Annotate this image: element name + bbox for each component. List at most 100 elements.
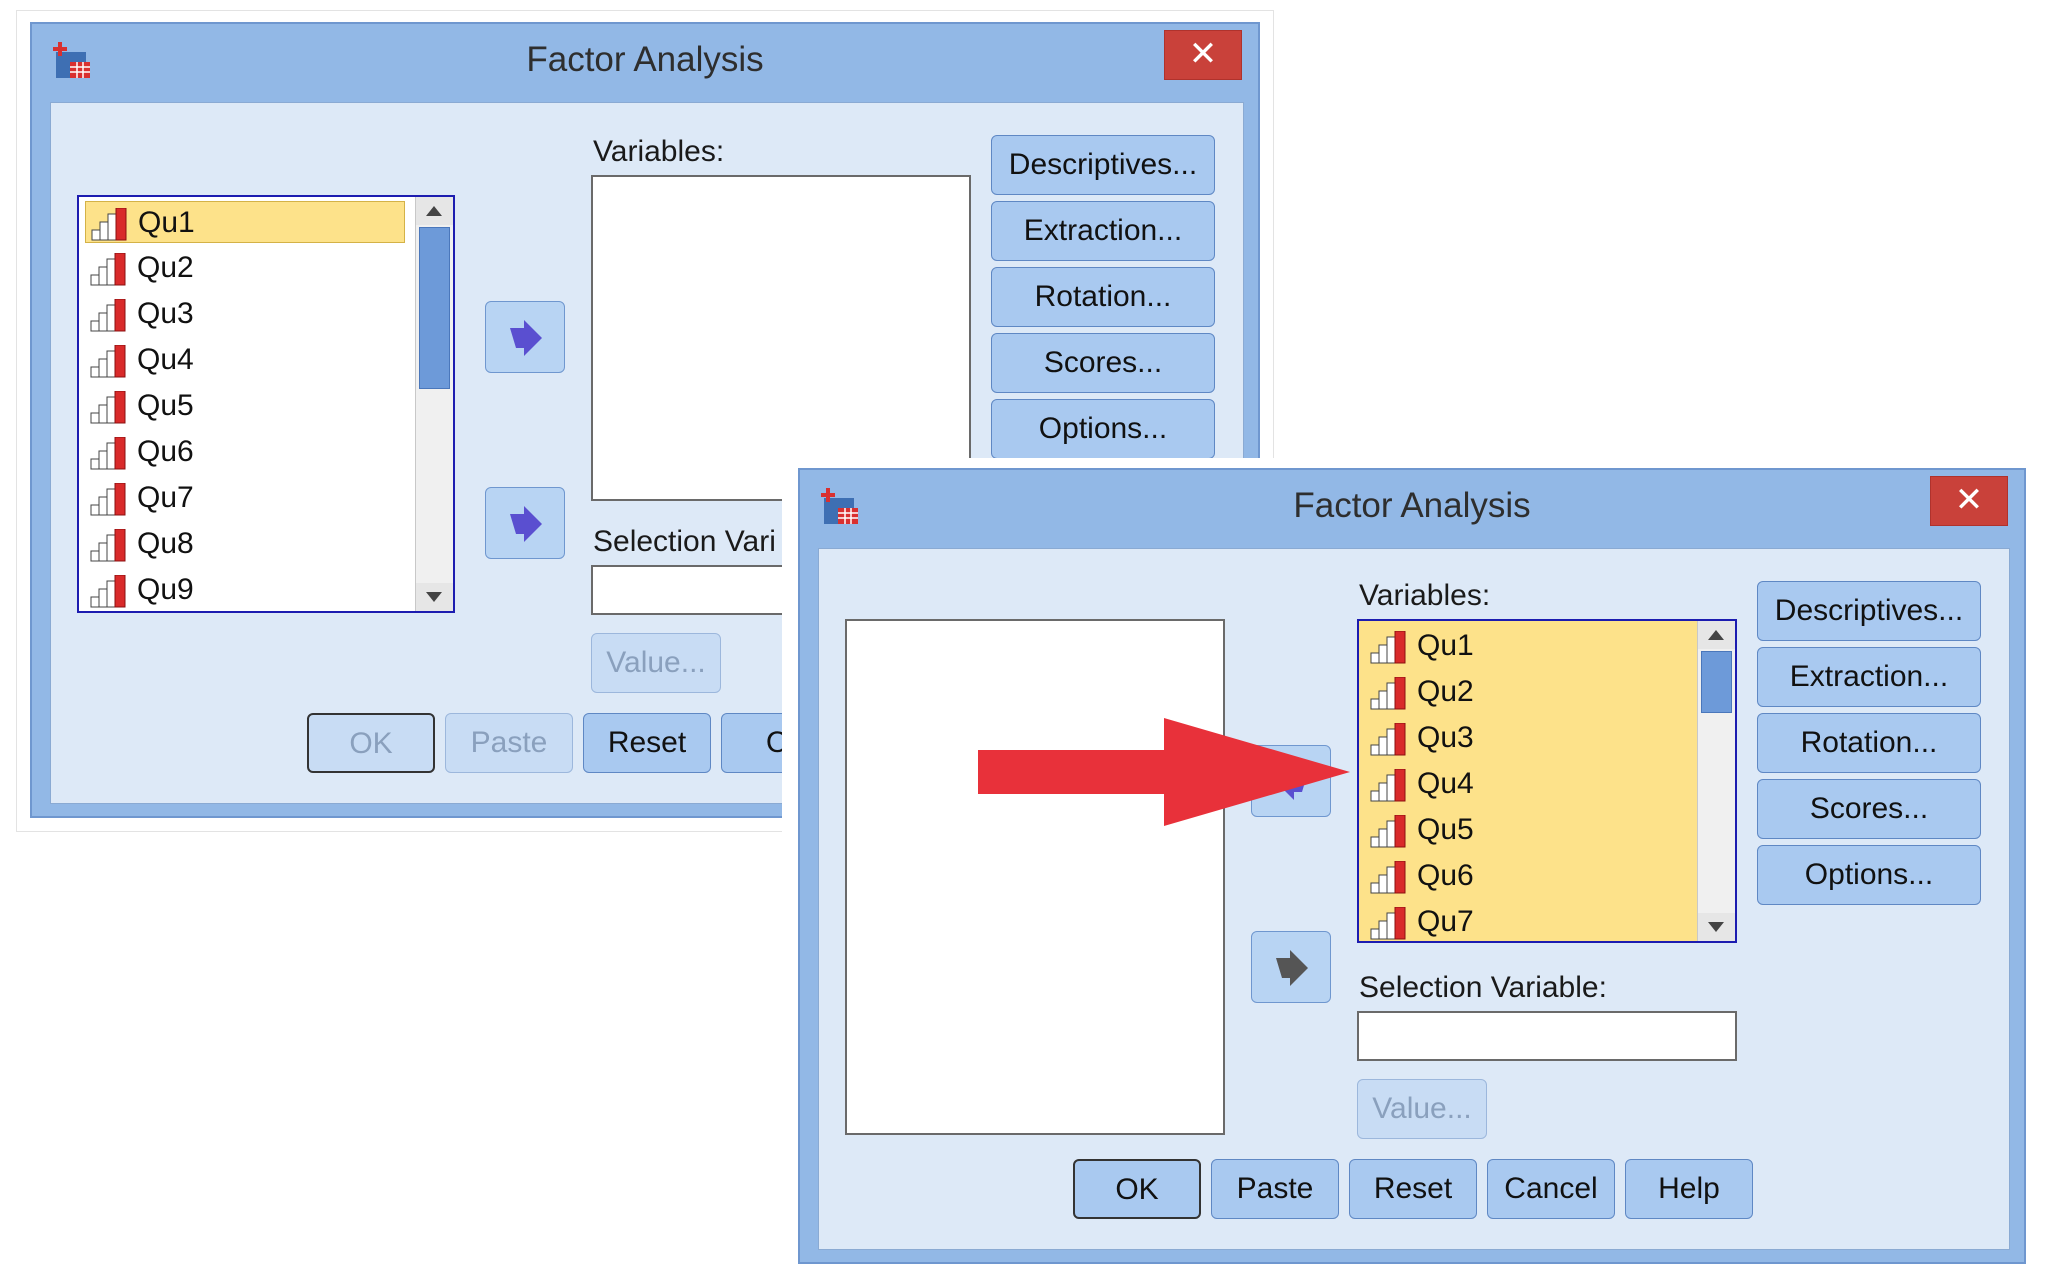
cancel-button[interactable]: Cancel [1487, 1159, 1615, 1219]
dialog-title: Factor Analysis [526, 40, 764, 79]
variable-name: Qu7 [137, 481, 194, 514]
variable-name: Qu8 [137, 527, 194, 560]
reset-button[interactable]: Reset [1349, 1159, 1477, 1219]
scale-variable-icon [1370, 815, 1406, 848]
extraction-button[interactable]: Extraction... [1757, 647, 1981, 707]
paste-button[interactable]: Paste [445, 713, 573, 773]
list-item[interactable]: Qu3 [85, 293, 405, 335]
scale-variable-icon [90, 391, 126, 424]
list-item[interactable]: Qu6 [85, 431, 405, 473]
list-item[interactable]: Qu2 [1365, 671, 1685, 713]
close-button[interactable]: ✕ [1164, 30, 1242, 80]
scroll-thumb[interactable] [1701, 651, 1732, 713]
move-to-selection-button[interactable] [1251, 931, 1331, 1003]
red-arrow-icon [978, 718, 1350, 826]
list-item[interactable]: Qu3 [1365, 717, 1685, 759]
descriptives-button[interactable]: Descriptives... [1757, 581, 1981, 641]
scale-variable-icon [91, 208, 127, 241]
reset-button[interactable]: Reset [583, 713, 711, 773]
source-variable-list[interactable] [845, 619, 1225, 1135]
variable-name: Qu1 [1417, 629, 1474, 662]
list-item[interactable]: Qu7 [85, 477, 405, 519]
close-button[interactable]: ✕ [1930, 476, 2008, 526]
list-item[interactable]: Qu4 [1365, 763, 1685, 805]
variable-name: Qu3 [1417, 721, 1474, 754]
scale-variable-icon [1370, 677, 1406, 710]
front-dialog: Factor Analysis ✕ Variables: Qu1 Qu2 Qu3 Qu… [798, 468, 2026, 1264]
move-to-selection-button[interactable] [485, 487, 565, 559]
source-variable-list[interactable]: Qu1Qu2Qu3Qu4Qu5Qu6Qu7Qu8Qu9Qu10Qu11 [77, 195, 455, 613]
list-item[interactable]: Qu5 [1365, 809, 1685, 851]
dialog-title: Factor Analysis [1293, 486, 1531, 525]
scale-variable-icon [90, 575, 126, 608]
variable-name: Qu7 [1417, 905, 1474, 938]
list-item[interactable]: Qu6 [1365, 855, 1685, 897]
scores-button[interactable]: Scores... [991, 333, 1215, 393]
move-right-arrow-icon [510, 506, 542, 542]
scroll-up-arrow[interactable] [416, 197, 453, 225]
list-item[interactable]: Qu4 [85, 339, 405, 381]
value-button[interactable]: Value... [1357, 1079, 1487, 1139]
scale-variable-icon [1370, 631, 1406, 664]
list-item[interactable]: Qu5 [85, 385, 405, 427]
scrollbar[interactable] [1697, 621, 1735, 941]
move-to-variables-button[interactable] [485, 301, 565, 373]
scale-variable-icon [90, 483, 126, 516]
rotation-button[interactable]: Rotation... [1757, 713, 1981, 773]
variables-list[interactable] [591, 175, 971, 501]
scroll-up-arrow[interactable] [1698, 621, 1735, 649]
front-dialog-body: Variables: Qu1 Qu2 Qu3 Qu4 Qu5 Qu6 Qu7 Selecti… [818, 548, 2010, 1250]
options-button[interactable]: Options... [1757, 845, 1981, 905]
variable-name: Qu9 [137, 573, 194, 606]
scale-variable-icon [90, 253, 126, 286]
options-button[interactable]: Options... [991, 399, 1215, 459]
scale-variable-icon [90, 529, 126, 562]
variable-name: Qu5 [137, 389, 194, 422]
back-titlebar: Factor Analysis ✕ [32, 24, 1258, 104]
variable-name: Qu1 [138, 206, 195, 239]
scrollbar[interactable] [415, 197, 453, 611]
scale-variable-icon [1370, 907, 1406, 940]
variable-name: Qu4 [137, 343, 194, 376]
ok-button[interactable]: OK [307, 713, 435, 773]
scale-variable-icon [90, 345, 126, 378]
value-button[interactable]: Value... [591, 633, 721, 693]
front-titlebar: Factor Analysis ✕ [800, 470, 2024, 550]
list-item[interactable]: Qu2 [85, 247, 405, 289]
selection-variable-label: Selection Vari [593, 525, 776, 558]
move-right-arrow-icon [1276, 950, 1308, 986]
list-item[interactable]: Qu1 [85, 201, 405, 243]
variable-name: Qu2 [137, 251, 194, 284]
paste-button[interactable]: Paste [1211, 1159, 1339, 1219]
list-item[interactable]: Qu8 [85, 523, 405, 565]
descriptives-button[interactable]: Descriptives... [991, 135, 1215, 195]
variable-name: Qu2 [1417, 675, 1474, 708]
variables-label: Variables: [593, 135, 725, 168]
extraction-button[interactable]: Extraction... [991, 201, 1215, 261]
variables-list[interactable]: Qu1 Qu2 Qu3 Qu4 Qu5 Qu6 Qu7 [1357, 619, 1737, 943]
variables-label: Variables: [1359, 579, 1491, 612]
selection-variable-label: Selection Variable: [1359, 971, 1607, 1004]
variable-name: Qu5 [1417, 813, 1474, 846]
help-button[interactable]: Help [1625, 1159, 1753, 1219]
scale-variable-icon [1370, 769, 1406, 802]
variable-name: Qu4 [1417, 767, 1474, 800]
scale-variable-icon [1370, 861, 1406, 894]
list-item[interactable]: Qu7 [1365, 901, 1685, 941]
move-right-arrow-icon [510, 320, 542, 356]
list-item[interactable]: Qu1 [1365, 625, 1685, 667]
scroll-down-arrow[interactable] [1698, 913, 1735, 941]
scroll-down-arrow[interactable] [416, 583, 453, 611]
scores-button[interactable]: Scores... [1757, 779, 1981, 839]
list-item[interactable]: Qu9 [85, 569, 405, 611]
scale-variable-icon [90, 299, 126, 332]
scale-variable-icon [90, 437, 126, 470]
variable-name: Qu3 [137, 297, 194, 330]
scroll-thumb[interactable] [419, 227, 450, 389]
ok-button[interactable]: OK [1073, 1159, 1201, 1219]
selection-variable-field[interactable] [1357, 1011, 1737, 1061]
rotation-button[interactable]: Rotation... [991, 267, 1215, 327]
variable-name: Qu6 [137, 435, 194, 468]
scale-variable-icon [1370, 723, 1406, 756]
variable-name: Qu6 [1417, 859, 1474, 892]
